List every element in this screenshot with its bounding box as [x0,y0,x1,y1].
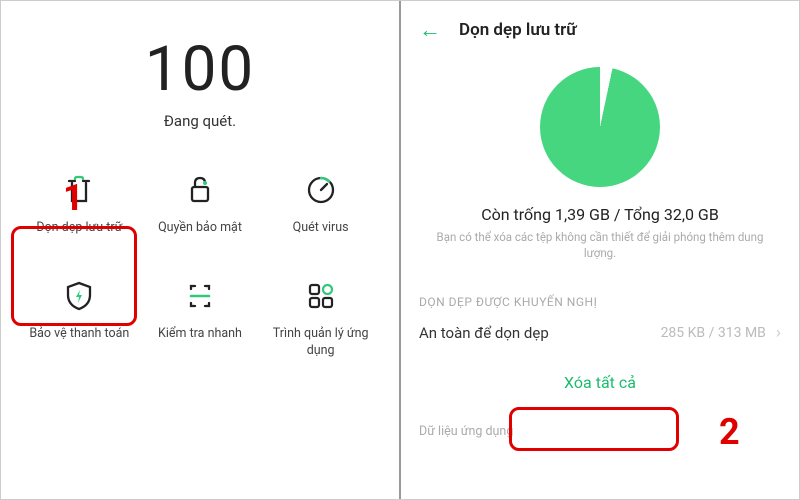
row-detail: 285 KB / 313 MB [661,325,766,341]
back-arrow-icon[interactable]: ← [419,17,441,43]
apps-grid-icon [301,276,341,316]
tile-label: Bảo vệ thanh toán [29,326,129,342]
virus-scan-tile[interactable]: Quét virus [260,170,381,236]
row-title: An toàn để dọn dẹp [419,324,549,342]
tile-label: Dọn dẹp lưu trữ [36,220,122,236]
safe-to-clean-row[interactable]: An toàn để dọn dẹp 285 KB / 313 MB › [419,323,781,343]
shield-bolt-icon [59,276,99,316]
chevron-right-icon: › [776,323,781,343]
storage-hint: Bạn có thể xóa các tệp không cần thiết đ… [419,230,781,261]
page-title: Dọn dẹp lưu trữ [459,20,577,40]
security-scan-screen: 100 Đang quét. Dọn dẹp lưu trữ [1,1,401,499]
tile-label: Trình quản lý ứng dụng [271,326,371,359]
scan-status: Đang quét. [19,112,381,130]
payment-protection-tile[interactable]: Bảo vệ thanh toán [19,276,140,359]
scan-score: 100 [19,33,381,106]
lock-open-icon [180,170,220,210]
app-manager-tile[interactable]: Trình quản lý ứng dụng [260,276,381,359]
app-data-section-label: Dữ liệu ứng dụng [419,424,781,439]
feature-grid: Dọn dẹp lưu trữ Quyền bảo mật [19,170,381,359]
storage-summary: Còn trống 1,39 GB / Tổng 32,0 GB [419,205,781,224]
storage-pie-chart [540,67,660,187]
privacy-permissions-tile[interactable]: Quyền bảo mật [140,170,261,236]
quick-check-tile[interactable]: Kiểm tra nhanh [140,276,261,359]
recommended-section-label: DỌN DẸP ĐƯỢC KHUYẾN NGHỊ [419,295,781,309]
trash-icon [59,170,99,210]
storage-cleanup-tile[interactable]: Dọn dẹp lưu trữ [19,170,140,236]
scan-rect-icon [180,276,220,316]
tile-label: Quét virus [293,220,349,236]
tile-label: Kiểm tra nhanh [158,326,242,342]
storage-cleanup-screen: ← Dọn dẹp lưu trữ Còn trống 1,39 GB / Tổ… [401,1,799,499]
gauge-icon [301,170,341,210]
delete-all-button[interactable]: Xóa tất cả [419,363,781,402]
tile-label: Quyền bảo mật [158,220,242,236]
